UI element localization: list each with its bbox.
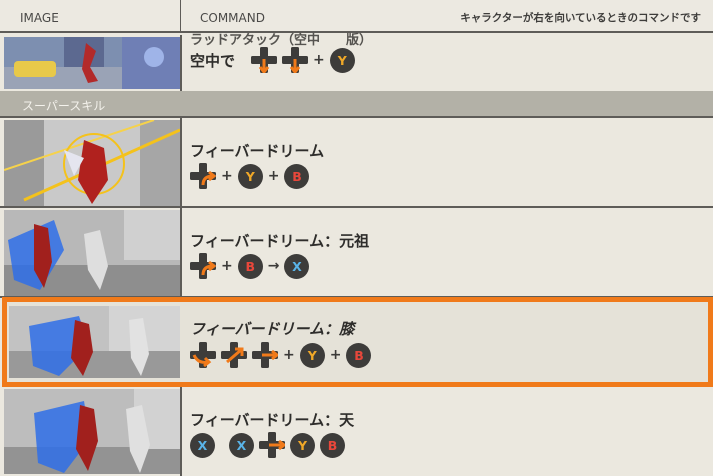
move-row[interactable]: フィーバードリーム：天 X X Y B <box>0 387 713 476</box>
move-row[interactable]: ラッドアタック（空中 版） 空中で + Y <box>0 33 713 91</box>
skill-name: フィーバードリーム：天 <box>190 411 355 429</box>
command-list-panel: IMAGE COMMAND キャラクターが右を向いているときのコマンドです ラッ… <box>0 0 713 476</box>
command-sequence: X X Y B <box>190 432 345 458</box>
b-button-icon: B <box>346 342 372 368</box>
move-thumbnail <box>4 389 180 474</box>
direction-note: キャラクターが右を向いているときのコマンドです <box>460 12 701 24</box>
skill-name: フィーバードリーム：元祖 <box>190 232 370 250</box>
row-divider <box>180 118 182 208</box>
b-button-icon: B <box>284 163 310 189</box>
row-divider <box>180 35 182 91</box>
command-sequence: 空中で + Y <box>190 47 355 73</box>
move-thumbnail <box>4 120 180 206</box>
y-button-icon: Y <box>237 163 263 189</box>
row-divider <box>180 208 182 298</box>
move-row-selected[interactable]: フィーバードリーム：膝 + Y + B <box>0 302 713 382</box>
dpad-right-icon <box>252 342 278 368</box>
y-button-icon: Y <box>290 432 315 458</box>
skill-name: フィーバードリーム <box>190 142 325 160</box>
dpad-down-icon <box>251 47 278 73</box>
dpad-half-circle-icon <box>190 342 216 368</box>
category-header: スーパースキル <box>0 91 713 118</box>
move-thumbnail <box>4 37 180 89</box>
plus-sign: + <box>221 258 233 274</box>
header-divider <box>180 0 181 33</box>
dpad-down-icon <box>282 47 309 73</box>
y-button-icon: Y <box>299 342 325 368</box>
command-sequence: + B → X <box>190 253 310 279</box>
x-button-icon: X <box>284 253 310 279</box>
dpad-quarter-circle-icon <box>190 163 216 189</box>
y-button-icon: Y <box>329 47 355 73</box>
command-sequence: + Y + B <box>190 342 372 368</box>
dpad-right-icon <box>259 432 285 458</box>
b-button-icon: B <box>320 432 345 458</box>
dpad-quarter-circle-icon <box>190 253 216 279</box>
plus-sign: + <box>283 347 295 363</box>
column-header-command: COMMAND <box>200 11 265 25</box>
category-label: スーパースキル <box>22 99 106 113</box>
x-button-icon: X <box>229 432 254 458</box>
skill-name: フィーバードリーム：膝 <box>190 320 355 338</box>
plus-sign: + <box>267 168 280 184</box>
x-button-icon: X <box>190 432 215 458</box>
plus-sign: + <box>329 347 342 363</box>
move-name-partial: ラッドアタック（空中 版） <box>190 33 373 48</box>
move-thumbnail <box>4 210 180 296</box>
row-divider <box>180 387 182 476</box>
plus-sign: + <box>221 168 233 184</box>
dpad-down-right-icon <box>221 342 247 368</box>
then-arrow: → <box>267 258 280 274</box>
move-thumbnail <box>9 306 180 378</box>
move-row[interactable]: フィーバードリーム：元祖 + B → X <box>0 208 713 298</box>
b-button-icon: B <box>237 253 263 279</box>
move-row[interactable]: フィーバードリーム + Y + B <box>0 118 713 208</box>
column-header-image: IMAGE <box>20 11 59 25</box>
move-name: 空中で <box>190 51 236 70</box>
command-sequence: + Y + B <box>190 163 310 189</box>
plus-sign: + <box>313 52 325 68</box>
